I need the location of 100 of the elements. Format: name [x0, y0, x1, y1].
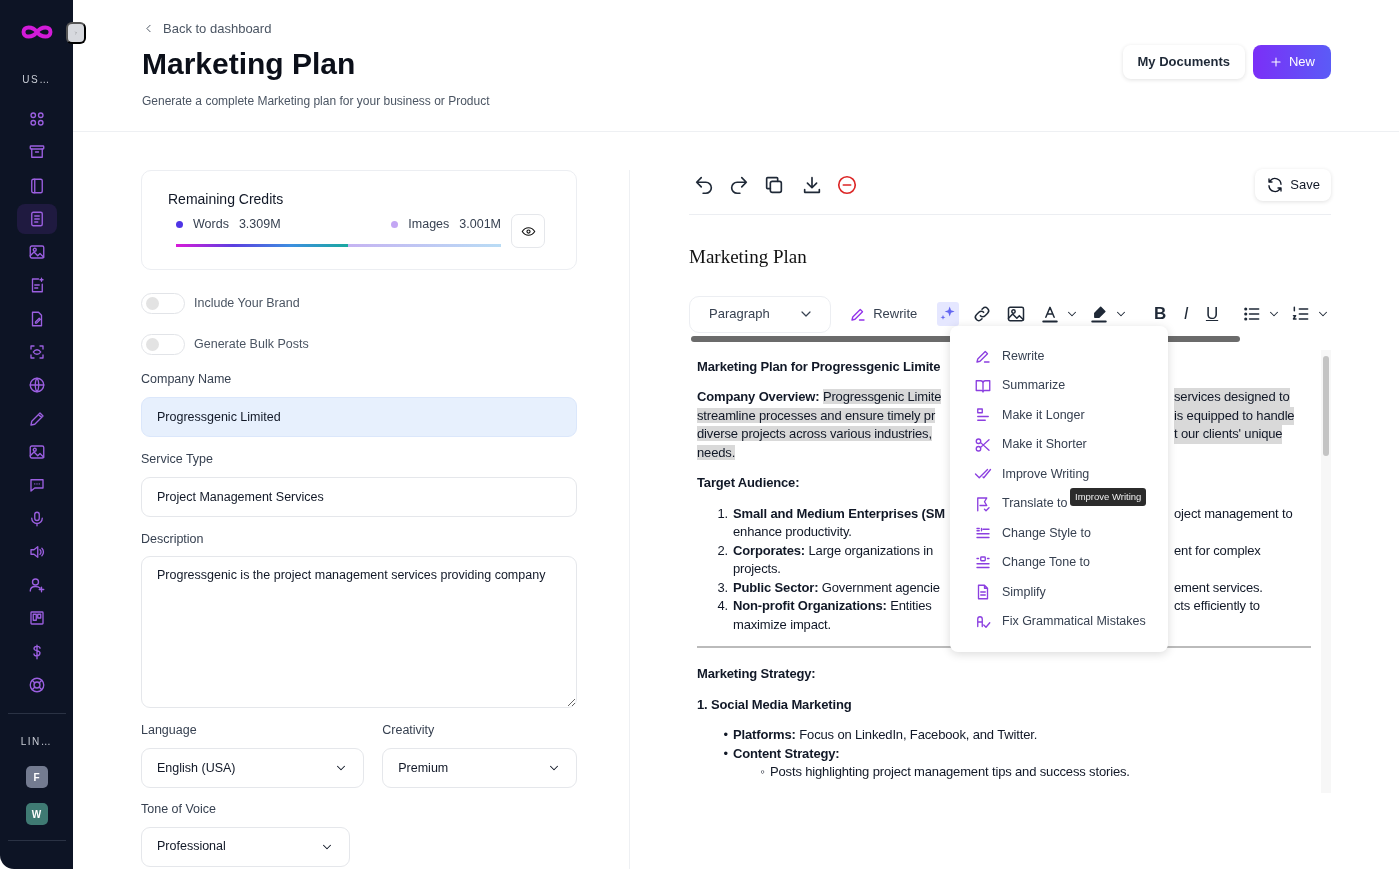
new-button[interactable]: New	[1253, 45, 1331, 79]
text-color-icon	[1040, 304, 1061, 324]
field-label: Company Name	[141, 371, 233, 388]
paragraph-text: ement services.	[1174, 578, 1263, 597]
select-value: Paragraph	[709, 305, 770, 324]
rewrite-button[interactable]: Rewrite	[849, 304, 918, 324]
section-label: LIN…	[20, 735, 53, 750]
select-value: English (USA)	[157, 759, 236, 777]
redo-button[interactable]	[728, 174, 750, 196]
toggle-switch[interactable]	[141, 334, 185, 355]
view-button[interactable]	[511, 214, 545, 248]
menu-item[interactable]: Fix Grammatical Mistakes	[974, 607, 1146, 637]
section-heading: Marketing Strategy:	[697, 665, 816, 683]
paragraph-text: services designed to	[1174, 388, 1290, 407]
sidebar-item[interactable]	[16, 203, 57, 234]
paragraph-text: Platforms: Focus on LinkedIn, Facebook, and Twitter.	[733, 726, 1038, 744]
paragraph-text: maximize impact.	[733, 615, 831, 634]
credits-label: Words	[193, 216, 229, 234]
legend-dot	[176, 221, 183, 228]
paragraph-text: Small and Medium Enterprises (SM	[733, 504, 945, 523]
select-field[interactable]: Premium	[382, 748, 577, 788]
paragraph-text: t our clients' unique	[1174, 425, 1283, 444]
format-button[interactable]: B	[1151, 302, 1170, 326]
list-marker: •	[722, 726, 729, 744]
list-marker: 1.	[716, 504, 729, 523]
list-marker: 4.	[716, 597, 729, 615]
scrollbar-thumb[interactable]	[1323, 355, 1329, 456]
menu-item[interactable]: Improve Writing	[974, 459, 1090, 489]
paragraph-text: Corporates: Large organizations in	[733, 541, 934, 560]
image-icon	[1006, 304, 1027, 324]
redo-icon	[728, 174, 750, 196]
menu-item[interactable]: Summarize	[974, 371, 1066, 401]
input-field[interactable]: Project Management Services	[141, 476, 577, 517]
paragraph-text: Posts highlighting project management tips and success stories.	[770, 763, 1130, 781]
menu-item[interactable]: Rewrite	[974, 341, 1045, 371]
select-field[interactable]: English (USA)	[141, 748, 365, 788]
highlighter-icon	[1089, 304, 1110, 324]
field-label: Tone of Voice	[141, 801, 218, 818]
format-button[interactable]: I	[1177, 302, 1196, 326]
sparkle-button[interactable]	[937, 302, 960, 326]
collapse-button[interactable]	[66, 22, 86, 44]
image-icon	[27, 243, 46, 262]
block-type-select[interactable]: Paragraph	[689, 295, 832, 333]
field-label: Language	[141, 722, 198, 740]
save-button[interactable]: Save	[1255, 169, 1331, 201]
list-marker: 3.	[716, 578, 729, 597]
toggle-switch[interactable]	[141, 293, 185, 314]
copy-button[interactable]	[763, 174, 785, 196]
input-field[interactable]: Progressgenic Limited	[141, 396, 577, 437]
menu-item[interactable]: Simplify	[974, 577, 1046, 607]
scissors-icon	[974, 435, 992, 454]
toggle-label: Include Your Brand	[194, 295, 300, 313]
menu-item[interactable]: Make it Shorter	[974, 430, 1087, 460]
format-button[interactable]: U	[1203, 302, 1221, 326]
paragraph-text: Company Overview: Progressgenic Limite	[697, 388, 942, 406]
page-subtitle: Generate a complete Marketing plan for your business or Product	[142, 93, 490, 110]
flag-icon	[974, 494, 992, 513]
grid-icon	[27, 110, 46, 128]
list-marker: 2.	[716, 541, 729, 560]
menu-item[interactable]: Change Style to	[974, 518, 1091, 548]
stop-button[interactable]	[836, 174, 858, 196]
scan-eye-icon	[27, 343, 46, 362]
paragraph-text: Public Sector: Government agencie	[733, 578, 940, 597]
credits-value: 3.001M	[459, 216, 501, 234]
paragraph-text: projects.	[733, 560, 781, 578]
refresh-icon	[1266, 176, 1285, 194]
download-button[interactable]	[801, 174, 823, 196]
section-heading: Target Audience:	[697, 474, 800, 492]
my-documents-button[interactable]: My Documents	[1122, 45, 1245, 79]
field-label: Service Type	[141, 450, 215, 468]
page-title: Marketing Plan	[142, 46, 357, 82]
avatar[interactable]: W	[25, 803, 48, 826]
select-value: Premium	[398, 759, 449, 777]
section-heading: Marketing Plan for Progressgenic Limite	[697, 357, 941, 376]
paragraph-text: cts efficiently to	[1174, 597, 1260, 615]
paragraph-text: needs.	[697, 443, 736, 462]
undo-button[interactable]	[693, 174, 715, 196]
menu-item[interactable]: Translate to	[974, 489, 1068, 519]
field-label: Description	[141, 530, 205, 548]
lifebuoy-icon	[27, 676, 46, 695]
user-plus-icon	[27, 576, 46, 595]
text-area[interactable]: Progressgenic is the project management services providing company	[141, 556, 577, 709]
toggle-label: Generate Bulk Posts	[194, 336, 309, 354]
section-heading: 1. Social Media Marketing	[697, 695, 852, 714]
avatar[interactable]: F	[25, 766, 48, 789]
menu-item[interactable]: Make it Longer	[974, 400, 1085, 430]
globe-icon	[27, 376, 46, 395]
credits-title: Remaining Credits	[168, 190, 285, 209]
document-title: Marketing Plan	[689, 245, 808, 269]
undo-icon	[693, 174, 715, 196]
list-marker: •	[722, 744, 729, 763]
credits-label: Images	[408, 216, 450, 234]
stop-icon	[836, 174, 858, 196]
select-field[interactable]: Professional	[141, 826, 350, 867]
paragraph-text: enhance productivity.	[733, 523, 852, 541]
menu-item[interactable]: Change Tone to	[974, 548, 1091, 578]
field-label: Creativity	[382, 722, 436, 740]
paragraph-text: Non-profit Organizations: Entities	[733, 597, 932, 615]
image-icon	[27, 442, 46, 461]
back-link[interactable]: Back to dashboard	[142, 18, 272, 39]
